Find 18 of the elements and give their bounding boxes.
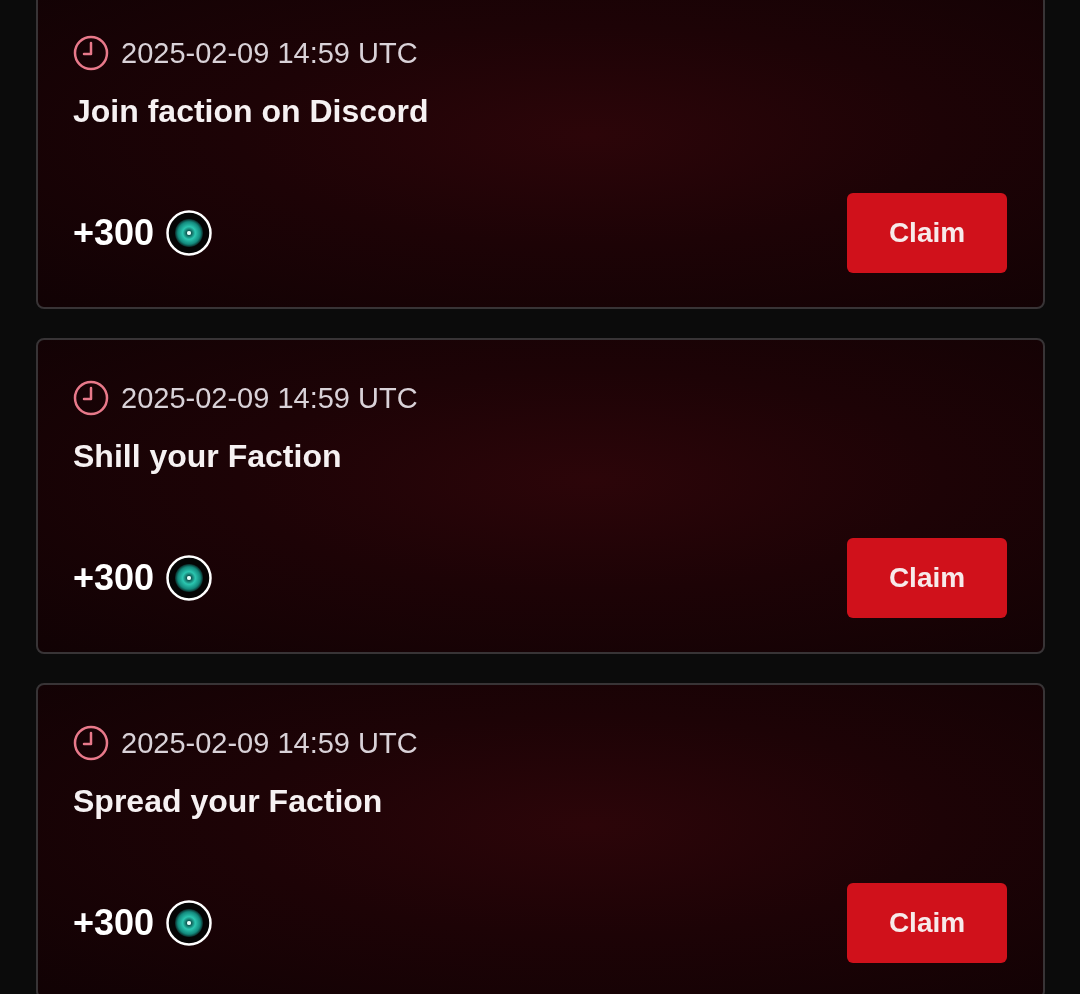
coin-icon <box>166 900 213 946</box>
task-title: Spread your Faction <box>73 783 384 820</box>
task-time: 2025-02-09 14:59 UTC <box>121 36 418 70</box>
task-time: 2025-02-09 14:59 UTC <box>121 726 418 760</box>
coin-icon <box>166 555 213 601</box>
clock-icon <box>73 380 109 416</box>
claim-button[interactable]: Claim <box>847 538 1007 618</box>
claim-button[interactable]: Claim <box>847 193 1007 273</box>
task-time: 2025-02-09 14:59 UTC <box>121 381 418 415</box>
task-title: Shill your Faction <box>73 438 343 475</box>
claim-button[interactable]: Claim <box>847 883 1007 963</box>
coin-icon <box>166 210 213 256</box>
clock-icon <box>73 725 109 761</box>
task-title: Join faction on Discord <box>73 93 430 130</box>
reward-amount: +300 <box>73 902 155 944</box>
reward-amount: +300 <box>73 557 155 599</box>
clock-icon <box>73 35 109 71</box>
reward-amount: +300 <box>73 212 155 254</box>
